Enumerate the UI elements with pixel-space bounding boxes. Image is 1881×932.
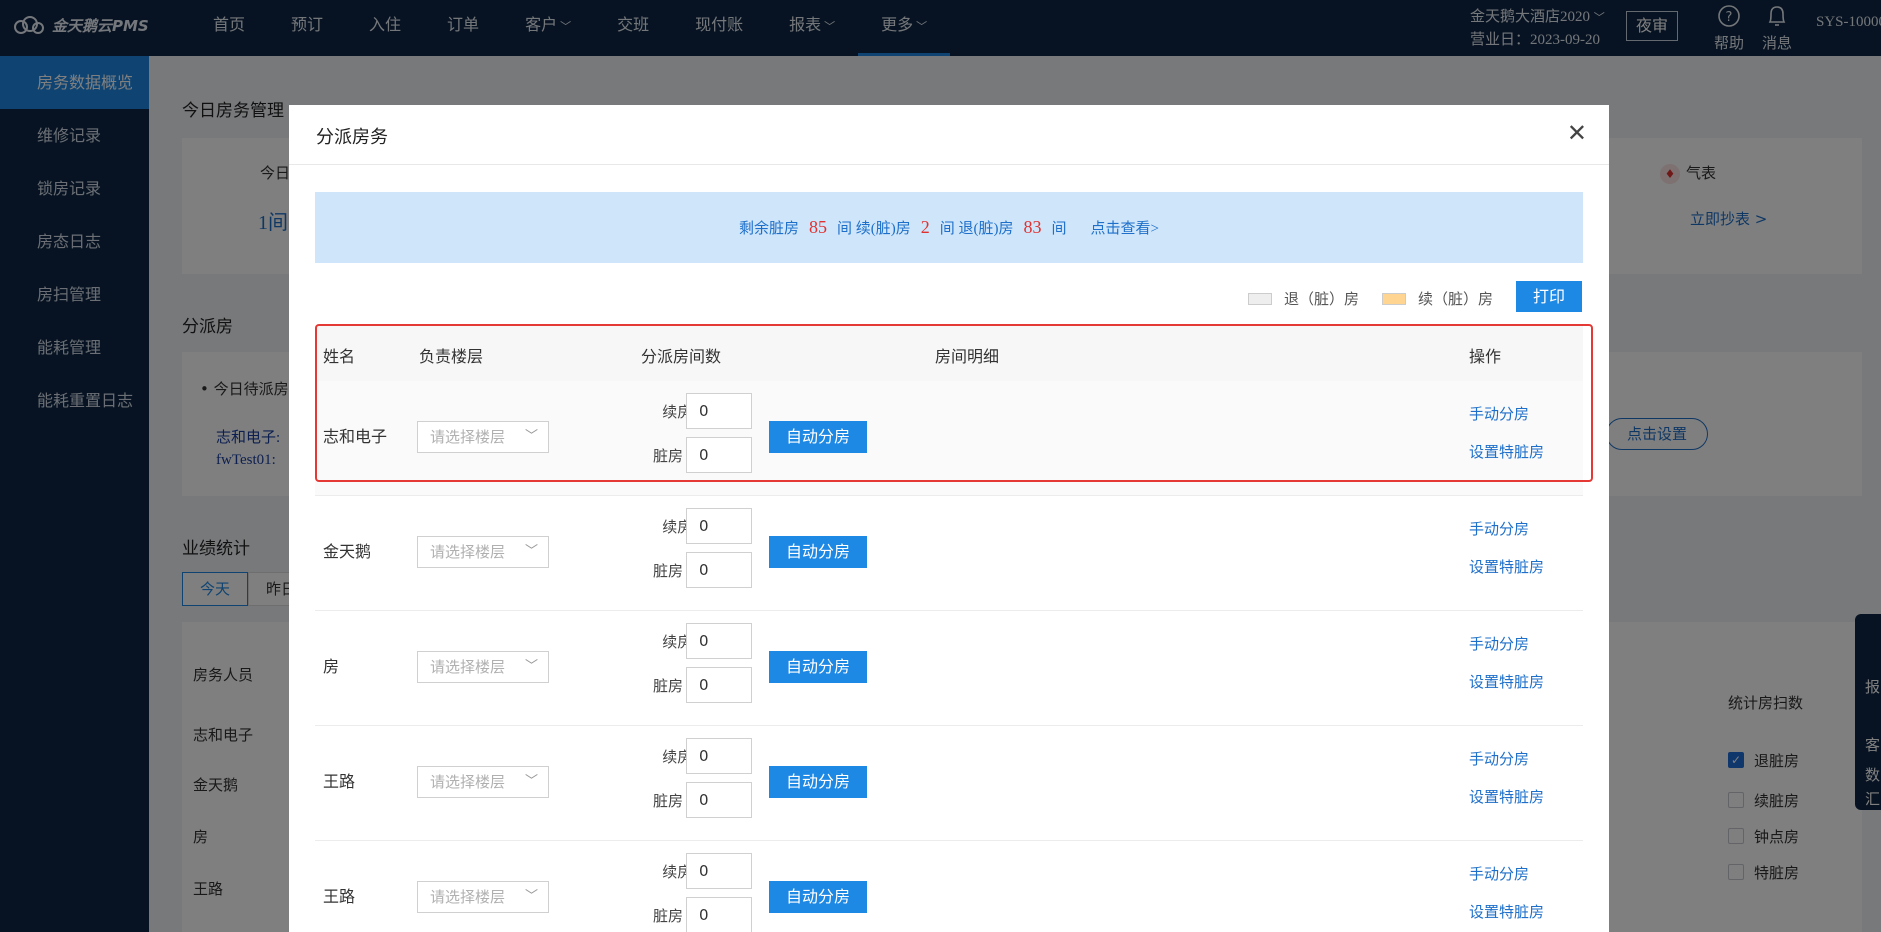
floor-select-placeholder: 请选择楼层: [430, 543, 506, 561]
legend-checkout-label: 退（脏）房: [1284, 290, 1360, 308]
dirty-input[interactable]: 0: [686, 782, 752, 818]
assign-housekeeping-modal: 分派房务 ✕ 剩余脏房 85 间 续(脏)房 2 间 退(脏)房 83 间 点击…: [289, 105, 1609, 932]
continued-dirty-input[interactable]: 0: [686, 853, 752, 889]
highlight-box: [315, 324, 1593, 482]
continued-count: 2: [920, 217, 930, 237]
checkout-color-swatch: [1248, 292, 1272, 305]
manual-assign-link[interactable]: 手动分房: [1469, 633, 1529, 654]
auto-assign-button[interactable]: 自动分房: [769, 766, 867, 798]
close-icon[interactable]: ✕: [1567, 119, 1587, 147]
dirty-input[interactable]: 0: [686, 552, 752, 588]
legend-continued: 续（脏）房: [1382, 288, 1493, 309]
dirty-label: 脏房: [652, 907, 683, 925]
continued-dirty-input[interactable]: 0: [686, 623, 752, 659]
legend-checkout: 退（脏）房: [1248, 288, 1359, 309]
modal-title: 分派房务: [316, 127, 388, 148]
auto-assign-button[interactable]: 自动分房: [769, 536, 867, 568]
staff-name: 房: [323, 657, 340, 676]
checkout-count: 83: [1023, 217, 1042, 237]
view-details-link[interactable]: 点击查看>: [1091, 217, 1159, 238]
print-button[interactable]: 打印: [1516, 281, 1582, 312]
manual-assign-link[interactable]: 手动分房: [1469, 748, 1529, 769]
remaining-label: 剩余脏房: [739, 221, 800, 237]
set-special-dirty-link[interactable]: 设置特脏房: [1469, 556, 1544, 577]
dirty-input[interactable]: 0: [686, 897, 752, 932]
continued-unit-label: 间 续(脏)房: [837, 221, 911, 237]
floor-select[interactable]: 请选择楼层 ﹀: [417, 766, 549, 798]
chevron-down-icon: ﹀: [524, 544, 538, 559]
floor-select[interactable]: 请选择楼层 ﹀: [417, 651, 549, 683]
dirty-label: 脏房: [652, 677, 683, 695]
table-row: 王路请选择楼层﹀续房(脏)0脏房0自动分房手动分房设置特脏房: [315, 726, 1583, 841]
chevron-down-icon: ﹀: [524, 889, 538, 904]
manual-assign-link[interactable]: 手动分房: [1469, 518, 1529, 539]
auto-assign-button[interactable]: 自动分房: [769, 881, 867, 913]
room-unit-label: 间: [1051, 221, 1067, 237]
manual-assign-link[interactable]: 手动分房: [1469, 863, 1529, 884]
staff-name: 王路: [323, 772, 356, 791]
dirty-room-summary: 剩余脏房 85 间 续(脏)房 2 间 退(脏)房 83 间 点击查看>: [315, 192, 1583, 263]
floor-select-placeholder: 请选择楼层: [430, 773, 506, 791]
dirty-input[interactable]: 0: [686, 667, 752, 703]
table-row: 王路请选择楼层﹀续房(脏)0脏房0自动分房手动分房设置特脏房: [315, 841, 1583, 932]
floor-select[interactable]: 请选择楼层 ﹀: [417, 881, 549, 913]
floor-select-placeholder: 请选择楼层: [430, 658, 506, 676]
staff-name: 金天鹅: [323, 542, 372, 561]
staff-name: 王路: [323, 887, 356, 906]
set-special-dirty-link[interactable]: 设置特脏房: [1469, 671, 1544, 692]
table-row: 房请选择楼层﹀续房(脏)0脏房0自动分房手动分房设置特脏房: [315, 611, 1583, 726]
auto-assign-button[interactable]: 自动分房: [769, 651, 867, 683]
modal-header: 分派房务 ✕: [289, 105, 1609, 165]
legend-continued-label: 续（脏）房: [1418, 290, 1494, 308]
floor-select-placeholder: 请选择楼层: [430, 888, 506, 906]
floor-select[interactable]: 请选择楼层 ﹀: [417, 536, 549, 568]
set-special-dirty-link[interactable]: 设置特脏房: [1469, 901, 1544, 922]
dirty-label: 脏房: [652, 792, 683, 810]
dirty-label: 脏房: [652, 562, 683, 580]
continued-dirty-input[interactable]: 0: [686, 738, 752, 774]
chevron-down-icon: ﹀: [524, 659, 538, 674]
checkout-unit-label: 间 退(脏)房: [939, 221, 1014, 237]
continued-color-swatch: [1382, 292, 1406, 305]
table-row: 金天鹅请选择楼层﹀续房(脏)0脏房0自动分房手动分房设置特脏房: [315, 496, 1583, 611]
set-special-dirty-link[interactable]: 设置特脏房: [1469, 786, 1544, 807]
remaining-count: 85: [809, 217, 828, 237]
chevron-down-icon: ﹀: [524, 774, 538, 789]
continued-dirty-input[interactable]: 0: [686, 508, 752, 544]
